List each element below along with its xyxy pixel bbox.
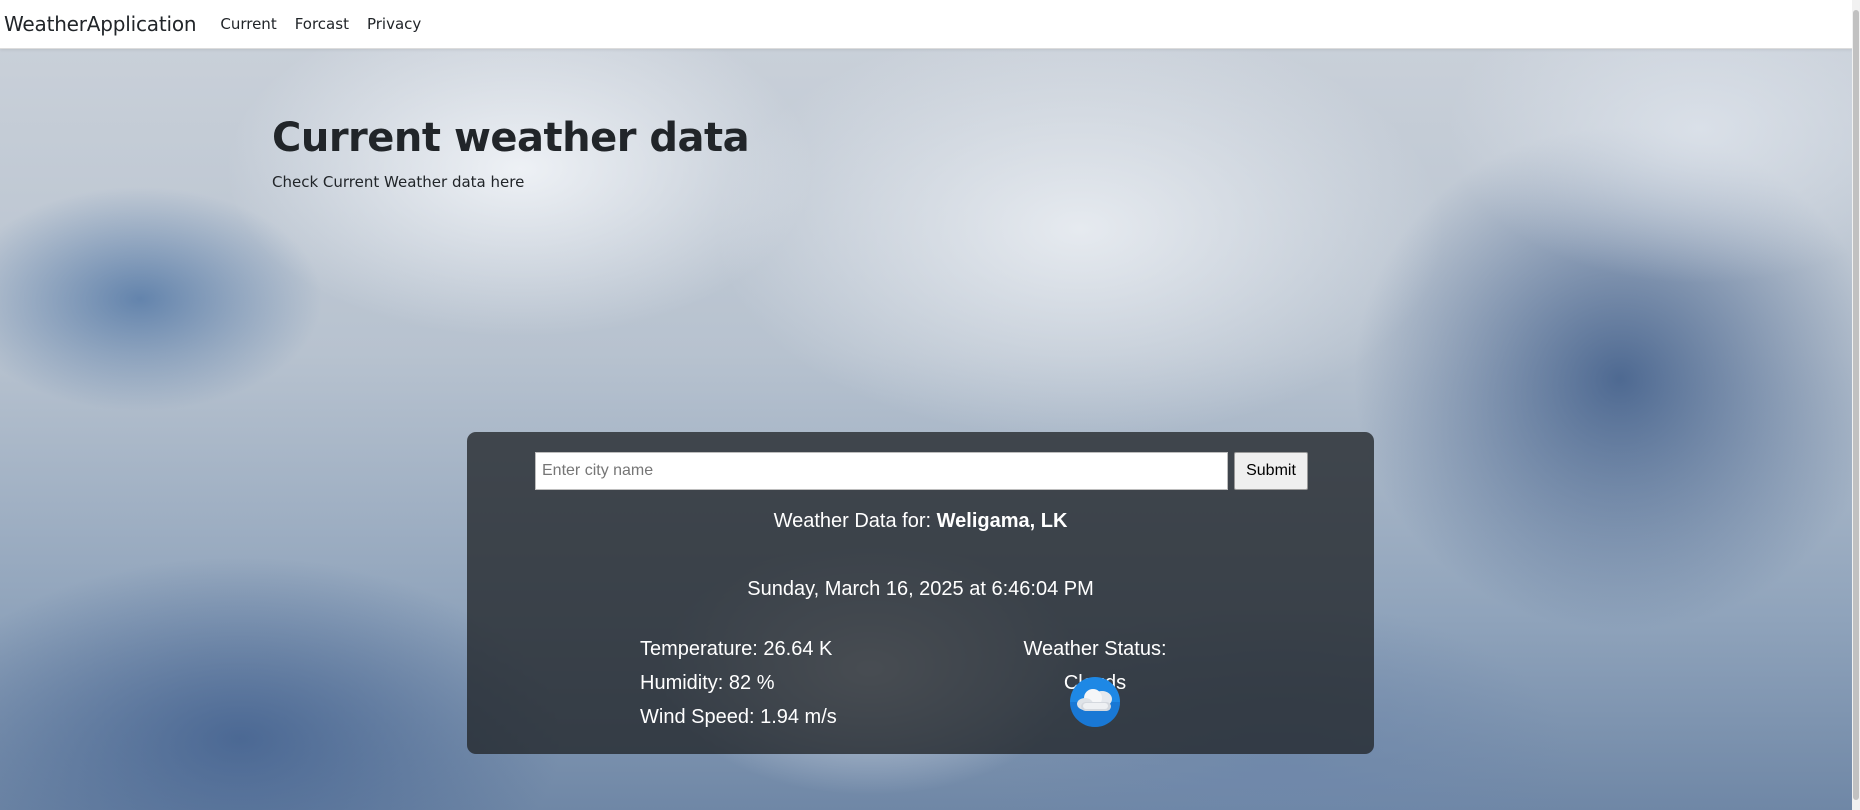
city-search-input[interactable] <box>535 452 1228 490</box>
weather-location: Weligama, LK <box>936 510 1068 532</box>
sky-background: Current weather data Check Current Weath… <box>0 49 1852 810</box>
submit-button[interactable]: Submit <box>1234 452 1308 490</box>
page-subtitle: Check Current Weather data here <box>272 173 525 191</box>
navbar: WeatherApplication Current Forcast Priva… <box>0 0 1852 49</box>
weather-datetime: Sunday, March 16, 2025 at 6:46:04 PM <box>747 578 1094 600</box>
wind-speed-value: Wind Speed: 1.94 m/s <box>640 706 837 728</box>
nav-link-privacy[interactable]: Privacy <box>367 15 421 33</box>
weather-for-label: Weather Data for: <box>773 510 937 532</box>
nav-link-forcast[interactable]: Forcast <box>295 15 349 33</box>
search-row: Submit <box>535 452 1308 490</box>
page-title: Current weather data <box>272 115 750 161</box>
brand-link[interactable]: WeatherApplication <box>4 12 197 36</box>
scrollbar-thumb[interactable] <box>1853 10 1859 800</box>
weather-metrics: Temperature: 26.64 K Humidity: 82 % Wind… <box>640 632 837 734</box>
humidity-value: Humidity: 82 % <box>640 672 775 694</box>
nav-link-current[interactable]: Current <box>220 15 276 33</box>
vertical-scrollbar[interactable] <box>1852 0 1860 810</box>
weather-card: Submit Weather Data for: Weligama, LK Su… <box>467 432 1374 754</box>
temperature-value: Temperature: 26.64 K <box>640 638 833 660</box>
clouds-icon <box>1070 677 1120 727</box>
weather-location-line: Weather Data for: Weligama, LK <box>467 510 1374 533</box>
